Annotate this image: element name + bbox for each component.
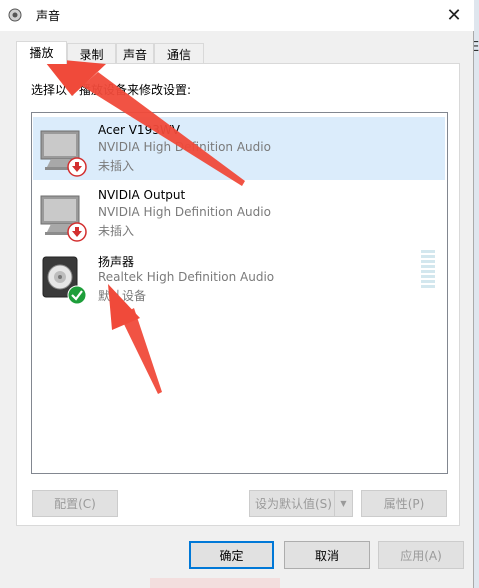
level-segment — [421, 270, 435, 273]
level-segment — [421, 280, 435, 283]
device-status: 未插入 — [98, 159, 135, 173]
chevron-down-icon[interactable]: ▼ — [334, 491, 352, 516]
close-button[interactable]: ✕ — [442, 4, 466, 26]
level-segment — [421, 275, 435, 278]
device-status: 未插入 — [98, 224, 135, 238]
device-name: 扬声器 — [98, 255, 135, 269]
sound-dialog: 声音 ✕ 播放 录制 声音 通信 选择以下播放设备来修改设置: Acer V19… — [0, 0, 474, 588]
device-name: Acer V193WV — [98, 123, 180, 137]
instruction-text: 选择以下播放设备来修改设置: — [31, 83, 192, 97]
close-icon: ✕ — [446, 4, 462, 26]
device-driver: Realtek High Definition Audio — [98, 270, 275, 284]
device-status: 默认设备 — [98, 289, 147, 303]
set-default-label: 设为默认值(S) — [255, 497, 332, 511]
title-bar: 声音 ✕ — [0, 0, 474, 31]
ok-button[interactable]: 确定 — [189, 541, 274, 569]
level-segment — [421, 250, 435, 253]
cancel-button[interactable]: 取消 — [284, 541, 370, 569]
tab-playback[interactable]: 播放 — [16, 41, 67, 64]
background-strip — [474, 0, 479, 588]
level-segment — [421, 260, 435, 263]
tab-communications[interactable]: 通信 — [154, 43, 204, 63]
device-item-speakers[interactable]: 扬声器 Realtek High Definition Audio 默认设备 — [33, 247, 445, 310]
device-item-nvidia-output[interactable]: NVIDIA Output NVIDIA High Definition Aud… — [33, 182, 445, 245]
unplugged-badge-icon — [67, 157, 87, 177]
device-item-acer[interactable]: Acer V193WV NVIDIA High Definition Audio… — [33, 117, 445, 180]
apply-button[interactable]: 应用(A) — [378, 541, 464, 569]
playback-panel: 选择以下播放设备来修改设置: Acer V193WV NVIDIA High D… — [16, 63, 460, 526]
set-default-button[interactable]: 设为默认值(S) ▼ — [249, 490, 353, 517]
volume-level-meter — [421, 250, 435, 290]
unplugged-badge-icon — [67, 222, 87, 242]
device-name: NVIDIA Output — [98, 188, 186, 202]
level-segment — [421, 265, 435, 268]
properties-button[interactable]: 属性(P) — [361, 490, 447, 517]
device-driver: NVIDIA High Definition Audio — [98, 140, 271, 154]
level-segment — [421, 285, 435, 288]
level-segment — [421, 255, 435, 258]
default-check-badge-icon — [67, 285, 87, 305]
window-title: 声音 — [36, 9, 61, 23]
device-list: Acer V193WV NVIDIA High Definition Audio… — [31, 112, 448, 474]
background-taskbar-fragment — [150, 578, 280, 588]
tab-recording[interactable]: 录制 — [67, 43, 116, 63]
speaker-app-icon — [8, 8, 22, 22]
configure-button[interactable]: 配置(C) — [32, 490, 118, 517]
device-driver: NVIDIA High Definition Audio — [98, 205, 271, 219]
tab-sounds[interactable]: 声音 — [116, 43, 154, 63]
